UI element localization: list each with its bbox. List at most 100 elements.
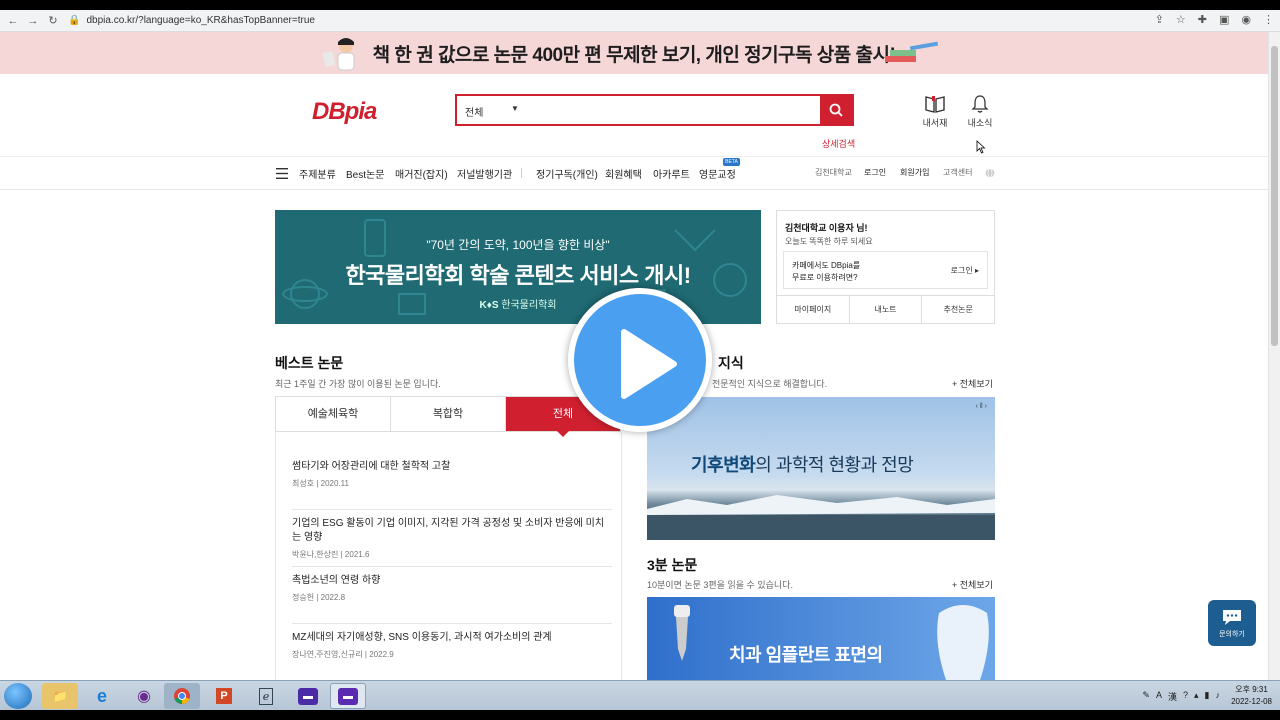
cafe-login-button[interactable]: 로그인 ▸: [951, 265, 979, 276]
cafe-login-label: 로그인: [950, 266, 973, 275]
my-library-label: 내서재: [922, 118, 948, 128]
nav-item-publisher[interactable]: 저널발행기관: [457, 166, 512, 181]
scrollbar-thumb[interactable]: [1271, 46, 1278, 346]
list-item[interactable]: MZ세대의 자기애성향, SNS 이용동기, 과시적 여가소비의 관계 장나연,…: [292, 631, 612, 681]
three-min-banner-text: 치과 임플란트 표면의: [729, 645, 883, 665]
paper-author: 최성호: [292, 479, 315, 488]
knowledge-view-all[interactable]: + 전체보기: [952, 377, 993, 390]
banner-subtitle: "70년 간의 도약, 100년을 향한 비상": [426, 238, 610, 252]
nav-item-benefits[interactable]: 회원혜택: [605, 166, 642, 181]
hamburger-menu-icon[interactable]: [276, 168, 288, 179]
reload-icon[interactable]: ↻: [46, 14, 60, 27]
browser-toolbar: ← → ↻ 🔒 dbpia.co.kr/?language=ko_KR&hasTo…: [0, 10, 1280, 32]
paper-meta: 박윤나,한상린 | 2021.6: [292, 550, 370, 559]
signal-icon[interactable]: ▮: [1205, 690, 1210, 703]
app-icon-purple-active[interactable]: ▬: [330, 683, 366, 709]
ie-icon[interactable]: e: [84, 683, 120, 709]
search-input[interactable]: [527, 99, 817, 121]
nav-item-magazine[interactable]: 매거진(잡지): [395, 166, 448, 181]
books-illustration-icon: [886, 41, 939, 62]
ime-icon[interactable]: A: [1156, 690, 1162, 703]
search-button[interactable]: [820, 96, 852, 124]
paper-year: 2022.8: [320, 593, 346, 602]
chat-label: 문의하기: [1219, 631, 1245, 638]
clock[interactable]: 오후 9:31 2022-12-08: [1231, 684, 1272, 708]
explorer-icon[interactable]: 📁: [42, 683, 78, 709]
nav-item-best[interactable]: Best논문: [346, 166, 384, 181]
chevron-down-icon[interactable]: ▼: [511, 104, 519, 113]
tab-interdisciplinary[interactable]: 복합학: [391, 397, 506, 431]
login-link[interactable]: 로그인: [864, 167, 886, 178]
share-icon[interactable]: ⇪: [1155, 13, 1164, 26]
cafe-line-2: 무료로 이용하려면?: [792, 273, 858, 282]
list-item[interactable]: 촉법소년의 연령 하향 정승헌 | 2022.8: [292, 574, 612, 624]
beta-badge: BETA: [723, 158, 740, 166]
nav-item-subscription[interactable]: 정기구독(개인): [536, 166, 598, 181]
signup-link[interactable]: 회원가입: [900, 167, 929, 178]
back-icon[interactable]: ←: [6, 15, 20, 27]
network-icon[interactable]: ✎: [1142, 690, 1150, 703]
nav-divider: [521, 168, 522, 178]
address-bar[interactable]: 🔒 dbpia.co.kr/?language=ko_KR&hasTopBanne…: [68, 15, 315, 26]
cafe-login-box[interactable]: 카페에서도 DBpia를 무료로 이용하려면? 로그인 ▸: [783, 251, 988, 289]
star-icon[interactable]: ☆: [1176, 13, 1186, 26]
start-button[interactable]: [4, 683, 32, 709]
advanced-search-link[interactable]: 상세검색: [822, 137, 855, 150]
help-icon[interactable]: ?: [1183, 690, 1188, 703]
paper-title[interactable]: MZ세대의 자기애성향, SNS 이용동기, 과시적 여가소비의 관계: [292, 631, 612, 645]
nav-item-proofreading[interactable]: 영문교정 BETA: [699, 158, 740, 181]
knowledge-desc: 전문적인 지식으로 해결합니다.: [712, 379, 828, 389]
best-papers-desc: 최근 1주일 간 가장 많이 이용된 논문 입니다.: [275, 379, 441, 389]
forward-icon[interactable]: →: [26, 15, 40, 27]
tab-mypage[interactable]: 마이페이지: [777, 296, 850, 323]
page-scrollbar[interactable]: [1268, 32, 1280, 680]
tray-expand-icon[interactable]: ▴: [1194, 690, 1199, 703]
best-category-tabs: 예술체육학 복합학 전체: [275, 396, 621, 437]
tab-arts-sports[interactable]: 예술체육학: [276, 397, 391, 431]
nav-item-academic-route[interactable]: 아카루트: [653, 166, 690, 181]
banner-org-name: 한국물리학회: [501, 300, 557, 311]
chrome-icon[interactable]: [164, 683, 200, 709]
menu-icon[interactable]: ⋮: [1263, 13, 1274, 26]
paper-title[interactable]: 썸타기와 어장관리에 대한 철학적 고찰: [292, 460, 612, 474]
three-min-banner[interactable]: 치과 임플란트 표면의: [647, 597, 995, 680]
video-play-button[interactable]: [568, 288, 712, 432]
volume-icon[interactable]: ♪: [1216, 690, 1221, 703]
list-item[interactable]: 기업의 ESG 활동이 기업 이미지, 지각된 가격 공정성 및 소비자 반응에…: [292, 517, 612, 567]
customer-center-link[interactable]: 고객센터: [943, 167, 972, 178]
address-text: dbpia.co.kr/?language=ko_KR&hasTopBanner…: [86, 15, 315, 26]
nav-item-subject[interactable]: 주제분류: [299, 166, 336, 181]
search-bar: 전체 ▼: [455, 94, 854, 126]
powerpoint-icon[interactable]: P: [206, 683, 242, 709]
user-greeting: 김천대학교 이용자 님!: [785, 223, 868, 233]
search-icon: [829, 103, 843, 117]
profile-icon[interactable]: ◉: [1241, 13, 1251, 26]
banner-pager[interactable]: ‹ ‖ ›: [976, 403, 987, 410]
paper-year: 2020.11: [320, 479, 349, 488]
knowledge-banner[interactable]: ‹ ‖ › 기후변화의 과학적 현황과 전망: [647, 397, 995, 540]
inquiry-chat-button[interactable]: 문의하기: [1208, 600, 1256, 646]
glacier-illustration-icon: [647, 495, 995, 540]
editor-icon[interactable]: ℯ: [248, 683, 284, 709]
list-item[interactable]: 썸타기와 어장관리에 대한 철학적 고찰 최성호 | 2020.11: [292, 460, 612, 510]
character-illustration-icon: [322, 38, 355, 71]
best-papers-title: 베스트 논문: [275, 355, 344, 371]
paper-title[interactable]: 촉법소년의 연령 하향: [292, 574, 612, 588]
user-tabs: 마이페이지 내노트 추천논문: [777, 295, 994, 323]
globe-icon[interactable]: [985, 168, 995, 178]
promo-text: 책 한 권 값으로 논문 400만 편 무제한 보기, 개인 정기구독 상품 출…: [372, 44, 896, 66]
site-logo[interactable]: DBpia: [312, 98, 377, 126]
media-icon[interactable]: ◉: [126, 683, 162, 709]
extensions-icon[interactable]: ✚: [1198, 13, 1207, 26]
app-icon-purple[interactable]: ▬: [290, 683, 326, 709]
clock-time: 오후 9:31: [1235, 685, 1268, 694]
my-news-button[interactable]: 내소식: [960, 94, 1000, 129]
tab-my-notes[interactable]: 내노트: [850, 296, 923, 323]
promo-banner[interactable]: 책 한 권 값으로 논문 400만 편 무제한 보기, 개인 정기구독 상품 출…: [0, 32, 1268, 74]
tab-recommended[interactable]: 추천논문: [922, 296, 994, 323]
hanja-icon[interactable]: 漢: [1168, 690, 1177, 703]
three-min-view-all[interactable]: + 전체보기: [952, 578, 993, 591]
paper-title[interactable]: 기업의 ESG 활동이 기업 이미지, 지각된 가격 공정성 및 소비자 반응에…: [292, 517, 612, 545]
sidepanel-icon[interactable]: ▣: [1219, 13, 1229, 26]
my-library-button[interactable]: 내서재: [915, 94, 955, 129]
